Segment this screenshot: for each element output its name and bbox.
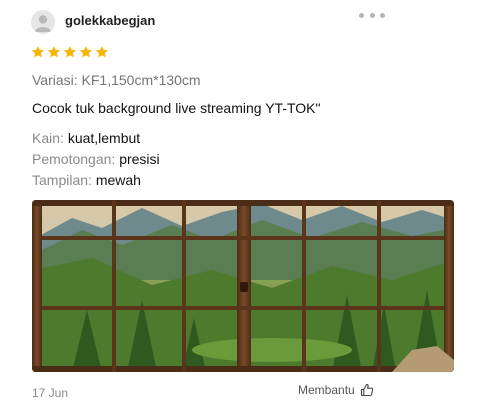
attribute-value: presisi	[119, 151, 160, 167]
attribute-row: Pemotongan: presisi	[32, 149, 160, 170]
more-options-button[interactable]	[359, 8, 385, 22]
attribute-key: Tampilan:	[32, 172, 92, 188]
star-icon	[79, 46, 93, 58]
review-attributes: Kain: kuat,lembut Pemotongan: presisi Ta…	[32, 128, 160, 191]
star-icon	[31, 46, 45, 58]
mountain-window-image	[32, 200, 454, 372]
star-icon	[95, 46, 109, 58]
attribute-key: Pemotongan:	[32, 151, 116, 167]
more-dots-icon	[380, 12, 385, 18]
variant-label: Variasi: KF1,150cm*130cm	[32, 72, 201, 88]
review-comment: Cocok tuk background live streaming YT-T…	[32, 100, 321, 116]
review-date: 17 Jun	[32, 386, 69, 400]
attribute-row: Kain: kuat,lembut	[32, 128, 160, 149]
more-dots-icon	[359, 12, 364, 18]
review-card: golekkabegjan Variasi: KF1,150cm*130cm C…	[0, 0, 480, 413]
helpful-label: Membantu	[298, 383, 355, 397]
user-avatar-icon	[35, 15, 51, 32]
star-rating	[31, 45, 109, 59]
thumbs-up-icon	[360, 384, 373, 397]
more-dots-icon	[369, 12, 375, 18]
avatar[interactable]	[31, 10, 55, 34]
reviewer-username[interactable]: golekkabegjan	[65, 13, 155, 28]
star-icon	[63, 46, 77, 58]
review-photo[interactable]	[32, 200, 454, 372]
helpful-button[interactable]: Membantu	[298, 383, 374, 397]
attribute-value: kuat,lembut	[67, 130, 141, 146]
star-icon	[47, 46, 61, 58]
attribute-key: Kain:	[32, 130, 64, 146]
attribute-row: Tampilan: mewah	[32, 170, 160, 191]
attribute-value: mewah	[95, 172, 141, 188]
